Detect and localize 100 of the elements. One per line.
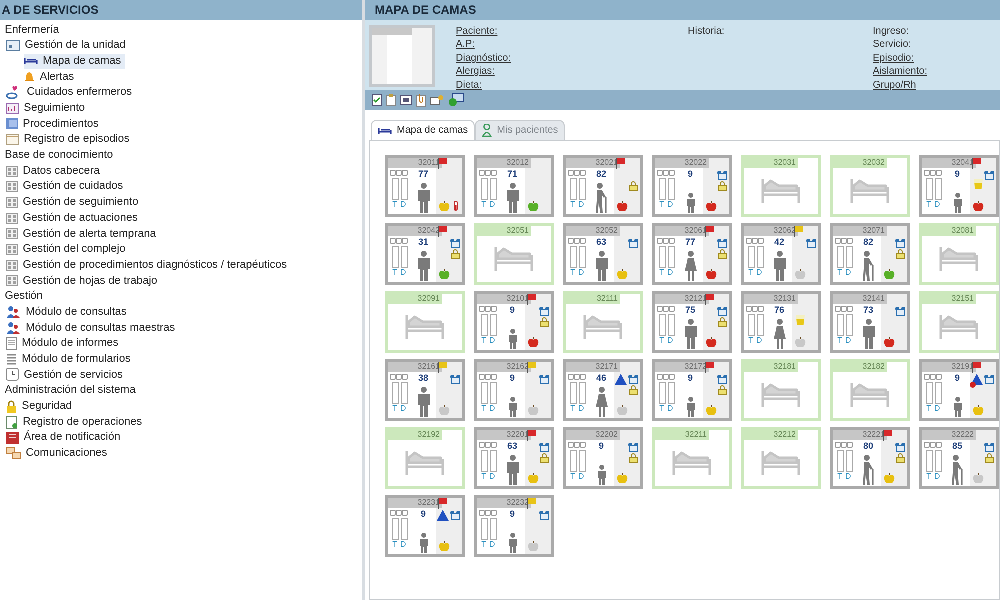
- level-columns-icon: [924, 450, 942, 472]
- tree-item[interactable]: Datos cabecera: [6, 164, 104, 179]
- bed-card[interactable]: 32221 T D 80: [830, 427, 910, 489]
- monitor-bars-icon: [479, 442, 498, 448]
- monitor-bars-icon: [657, 170, 676, 176]
- tree-item[interactable]: Cuidados enfermeros: [6, 85, 136, 100]
- flag-icon: [972, 362, 982, 373]
- tree-group-label[interactable]: Gestión: [5, 288, 43, 305]
- man-figure-icon: [416, 387, 430, 417]
- bed-number: 32111: [566, 294, 620, 304]
- tree-item[interactable]: Mapa de camas: [24, 54, 126, 69]
- tree-item[interactable]: Gestión de procedimientos diagnósticos / terapéuticos: [6, 258, 292, 273]
- grid-icon: [6, 196, 18, 208]
- field-link[interactable]: Dieta:: [456, 78, 688, 92]
- field-link[interactable]: A.P:: [456, 38, 688, 52]
- child-figure-icon: [508, 533, 518, 553]
- tree-item[interactable]: Gestión de alerta temprana: [6, 226, 160, 242]
- window-icon: [6, 40, 20, 52]
- bed-card[interactable]: 32071 T D 82: [830, 223, 910, 285]
- tree-item[interactable]: Seguimiento: [6, 100, 90, 116]
- bed-card[interactable]: 32052 T D 63: [563, 223, 643, 285]
- bed-card[interactable]: 32101 T D 9: [474, 291, 554, 353]
- child-figure-icon: [952, 193, 962, 213]
- tree-item[interactable]: Área de notificación: [6, 430, 125, 446]
- tree-group-label[interactable]: Enfermería: [5, 22, 60, 38]
- field-link[interactable]: Episodio:: [873, 52, 928, 66]
- tree-item[interactable]: Comunicaciones: [6, 446, 112, 461]
- t-label: T: [392, 540, 398, 549]
- bed-number: 32131: [744, 294, 798, 304]
- flag-icon: [527, 430, 537, 441]
- bed-number: 32071: [833, 226, 887, 236]
- bed-card[interactable]: 32202 T D 9: [563, 427, 643, 489]
- tree-item[interactable]: Gestión de cuidados: [6, 179, 128, 194]
- tree-item[interactable]: Seguridad: [6, 398, 76, 414]
- level-columns-icon: [390, 178, 408, 200]
- bed-card[interactable]: 32041 T D 9: [919, 155, 999, 217]
- d-label: D: [668, 404, 674, 413]
- bed-card[interactable]: 32141 T D 73: [830, 291, 910, 353]
- bed-card[interactable]: 32021 T D 82: [563, 155, 643, 217]
- field-link[interactable]: Aislamiento:: [873, 65, 928, 79]
- tree-item[interactable]: Gestión de hojas de trabajo: [6, 273, 162, 288]
- flag-icon: [438, 158, 448, 169]
- bed-card[interactable]: 32131 T D 76: [741, 291, 821, 353]
- t-label: T: [482, 472, 487, 481]
- woman-figure-icon: [772, 319, 786, 349]
- tree-item[interactable]: Módulo de consultas: [6, 304, 131, 320]
- level-columns-icon: [658, 178, 676, 200]
- t-label: T: [748, 336, 754, 345]
- bed-card[interactable]: 32191 T D 9: [919, 359, 999, 421]
- tree-item[interactable]: Alertas: [24, 69, 78, 84]
- tree-item[interactable]: Gestión de seguimiento: [6, 194, 143, 210]
- patient-age: 38: [418, 373, 428, 383]
- man-figure-icon: [506, 183, 520, 213]
- bed-card[interactable]: 32012 T D 71: [474, 155, 554, 217]
- tree-item[interactable]: Módulo de formularios: [6, 352, 135, 367]
- checklist-icon[interactable]: [372, 94, 382, 106]
- field-link[interactable]: Grupo/Rh: [873, 78, 928, 92]
- monitor-bars-icon: [924, 170, 943, 176]
- patient-age: 80: [863, 441, 874, 451]
- bed-card[interactable]: 32222 T D 85: [919, 427, 999, 489]
- tree-item[interactable]: Gestión de la unidad: [6, 38, 130, 54]
- field-link[interactable]: Alergias:: [456, 65, 688, 79]
- attachment-icon[interactable]: [416, 94, 426, 106]
- clipboard-icon[interactable]: [386, 94, 396, 106]
- tree-item[interactable]: Módulo de consultas maestras: [6, 320, 180, 336]
- patient-age: 77: [685, 237, 696, 247]
- patient-age: 77: [418, 169, 428, 179]
- apple-icon: [528, 473, 539, 484]
- tree-item[interactable]: Registro de operaciones: [6, 414, 146, 430]
- tab[interactable]: Mapa de camas: [371, 120, 476, 140]
- field-link[interactable]: Paciente:: [456, 25, 688, 38]
- bed-card[interactable]: 32121 T D 75: [652, 291, 732, 353]
- t-label: T: [570, 268, 576, 277]
- bed-number: 32091: [388, 294, 442, 304]
- tree-group-label[interactable]: Base de conocimiento: [5, 147, 114, 164]
- bed-number: 32021: [566, 158, 620, 168]
- t-label: T: [482, 540, 487, 549]
- level-columns-icon: [658, 382, 676, 404]
- level-columns-icon: [390, 246, 408, 268]
- tree-item[interactable]: Módulo de informes: [6, 336, 123, 352]
- tree-item[interactable]: Gestión del complejo: [6, 242, 130, 257]
- bed-card[interactable]: 32201 T D 63: [474, 427, 554, 489]
- field-link[interactable]: Diagnóstico:: [456, 52, 688, 66]
- bed-card[interactable]: 32161 T D 38: [385, 359, 465, 421]
- tree-item[interactable]: Gestión de servicios: [6, 367, 128, 382]
- id-card-icon[interactable]: [400, 95, 412, 105]
- bed-card[interactable]: 32171 T D 46: [563, 359, 643, 421]
- tree-item[interactable]: Procedimientos: [6, 116, 103, 132]
- bed-card[interactable]: 32231 T D 9: [385, 495, 465, 557]
- flag-icon: [527, 498, 537, 509]
- bed-card[interactable]: 32011 T D 77: [385, 155, 465, 217]
- flag-icon: [527, 362, 537, 373]
- apple-icon: [617, 201, 628, 212]
- tree-item[interactable]: Gestión de actuaciones: [6, 210, 142, 226]
- tree-group-label[interactable]: Administración del sistema: [5, 382, 136, 399]
- tree-item[interactable]: Registro de episodios: [6, 132, 134, 148]
- bed-card[interactable]: 32022 T D 9: [652, 155, 732, 217]
- t-label: T: [660, 404, 665, 413]
- bed-card[interactable]: 32061 T D 77: [652, 223, 732, 285]
- level-columns-icon: [480, 314, 498, 336]
